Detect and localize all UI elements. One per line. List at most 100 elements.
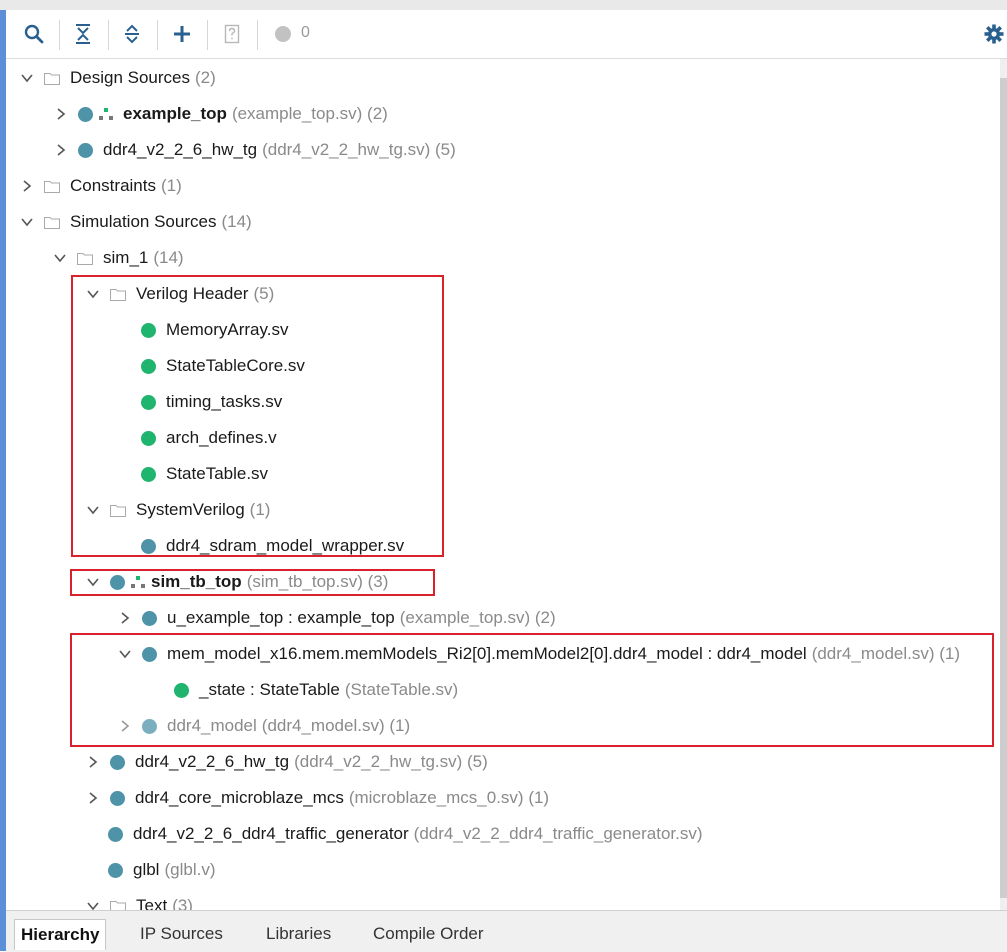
tree-item-detail: (5): [253, 284, 275, 303]
tree-item-file[interactable]: arch_defines.v: [141, 420, 277, 456]
tree-item-detail: (ddr4_v2_2_hw_tg.sv) (5): [294, 752, 488, 771]
tree-item-text[interactable]: Text (3): [86, 888, 193, 910]
search-button[interactable]: [20, 10, 48, 58]
top-module-hierarchy-icon: [99, 108, 113, 120]
chevron-right-icon[interactable]: [86, 755, 100, 769]
chevron-down-icon[interactable]: [20, 215, 34, 229]
toolbar-separator: [257, 20, 258, 50]
tree-item-u-example-top[interactable]: u_example_top : example_top (example_top…: [118, 600, 556, 636]
tree-item-glbl[interactable]: glbl (glbl.v): [108, 852, 215, 888]
tree-item-label: Text: [136, 896, 168, 910]
folder-icon: [44, 180, 60, 193]
file-status-icon: [141, 394, 156, 410]
collapse-all-button[interactable]: [69, 10, 97, 58]
tree-item-label: ddr4_v2_2_6_hw_tg: [135, 752, 290, 771]
toolbar-separator: [207, 20, 208, 50]
tree-item-detail: (glbl.v): [164, 860, 216, 879]
search-icon: [24, 24, 44, 44]
chevron-down-icon[interactable]: [20, 71, 34, 85]
chevron-down-icon[interactable]: [86, 503, 100, 517]
tree-item-design-sources[interactable]: Design Sources (2): [20, 60, 216, 96]
tree-item-label: sim_1: [103, 248, 149, 267]
file-status-icon: [141, 322, 156, 338]
tree-item-label: MemoryArray.sv: [166, 320, 289, 339]
collapse-all-icon: [76, 24, 90, 44]
tree-item-ddr4-hw-tg-sim[interactable]: ddr4_v2_2_6_hw_tg (ddr4_v2_2_hw_tg.sv) (…: [86, 744, 488, 780]
folder-icon: [110, 288, 126, 301]
tree-item-file[interactable]: ddr4_sdram_model_wrapper.sv: [141, 528, 404, 564]
tree-item-label: arch_defines.v: [166, 428, 277, 447]
tree-item-file[interactable]: StateTableCore.sv: [141, 348, 305, 384]
tree-item-traffic-generator[interactable]: ddr4_v2_2_6_ddr4_traffic_generator (ddr4…: [108, 816, 703, 852]
tree-item-label: StateTable.sv: [166, 464, 269, 483]
chevron-right-icon[interactable]: [86, 791, 100, 805]
toolbar-separator: [108, 20, 109, 50]
chevron-down-icon[interactable]: [86, 287, 100, 301]
toolbar-separator: [59, 20, 60, 50]
chevron-right-icon[interactable]: [54, 143, 68, 157]
add-button[interactable]: [168, 10, 196, 58]
tab-ip-sources[interactable]: IP Sources: [134, 919, 229, 949]
tree-item-label: u_example_top : example_top: [167, 608, 395, 627]
tab-libraries[interactable]: Libraries: [260, 919, 337, 949]
tab-compile-order[interactable]: Compile Order: [367, 919, 490, 949]
module-status-icon: [78, 142, 93, 158]
tree-item-mem-model[interactable]: mem_model_x16.mem.memModels_Ri2[0].memMo…: [118, 636, 960, 672]
module-status-icon: [110, 574, 125, 590]
unknown-file-icon: [224, 24, 240, 44]
tree-item-label: Design Sources: [70, 68, 191, 87]
tree-item-label: Verilog Header: [136, 284, 249, 303]
tab-hierarchy[interactable]: Hierarchy: [14, 919, 107, 950]
tree-item-verilog-header[interactable]: Verilog Header (5): [86, 276, 274, 312]
expand-all-icon: [125, 24, 139, 44]
tree-item-file[interactable]: MemoryArray.sv: [141, 312, 288, 348]
chevron-right-icon[interactable]: [118, 719, 132, 733]
file-status-icon: [174, 682, 189, 698]
chevron-down-icon[interactable]: [86, 575, 100, 589]
settings-button[interactable]: [982, 10, 1006, 58]
tree-item-file[interactable]: timing_tasks.sv: [141, 384, 282, 420]
folder-icon: [44, 72, 60, 85]
toolbar-separator: [157, 20, 158, 50]
tree-item-systemverilog[interactable]: SystemVerilog (1): [86, 492, 270, 528]
tree-item-file[interactable]: StateTable.sv: [141, 456, 268, 492]
tree-item-label: ddr4_model: [167, 716, 257, 735]
tree-item-detail: (ddr4_model.sv) (1): [261, 716, 411, 735]
chevron-right-icon[interactable]: [20, 179, 34, 193]
chevron-down-icon[interactable]: [53, 251, 67, 265]
tree-item-constraints[interactable]: Constraints (1): [20, 168, 182, 204]
chevron-down-icon[interactable]: [118, 647, 132, 661]
tree-item-label: StateTableCore.sv: [166, 356, 305, 375]
tree-item-detail: (microblaze_mcs_0.sv) (1): [348, 788, 550, 807]
tree-item-label: ddr4_v2_2_6_ddr4_traffic_generator: [133, 824, 409, 843]
tree-item-sim-1[interactable]: sim_1 (14): [53, 240, 184, 276]
module-status-icon: [141, 538, 156, 554]
tree-item-ddr4-model[interactable]: ddr4_model (ddr4_model.sv) (1): [118, 708, 410, 744]
tree-item-detail: (3): [172, 896, 193, 910]
tree-item-example-top[interactable]: example_top (example_top.sv) (2): [54, 96, 388, 132]
chevron-down-icon[interactable]: [86, 899, 100, 910]
tree-item-label: ddr4_sdram_model_wrapper.sv: [166, 536, 405, 555]
module-status-icon: [78, 106, 93, 122]
tree-item-simulation-sources[interactable]: Simulation Sources (14): [20, 204, 252, 240]
tree-item-label: Simulation Sources: [70, 212, 217, 231]
module-status-icon: [142, 646, 157, 662]
tree-item-detail: (sim_tb_top.sv) (3): [246, 572, 389, 591]
tree-item-ddr4-hw-tg[interactable]: ddr4_v2_2_6_hw_tg (ddr4_v2_2_hw_tg.sv) (…: [54, 132, 456, 168]
tree-item-microblaze-mcs[interactable]: ddr4_core_microblaze_mcs (microblaze_mcs…: [86, 780, 549, 816]
status-indicator[interactable]: [272, 10, 294, 58]
tree-item-state[interactable]: _state : StateTable (StateTable.sv): [174, 672, 458, 708]
chevron-right-icon[interactable]: [54, 107, 68, 121]
tree-item-detail: (ddr4_model.sv) (1): [811, 644, 961, 663]
toolbar: 0: [6, 10, 1007, 59]
source-hierarchy-tree: Design Sources (2) example_top (example_…: [6, 59, 1000, 910]
unknown-file-button[interactable]: [218, 10, 246, 58]
tree-item-detail: (example_top.sv) (2): [399, 608, 556, 627]
expand-all-button[interactable]: [118, 10, 146, 58]
tree-item-sim-tb-top[interactable]: sim_tb_top (sim_tb_top.sv) (3): [86, 564, 388, 600]
chevron-right-icon[interactable]: [118, 611, 132, 625]
tree-item-label: sim_tb_top: [151, 572, 242, 591]
tree-item-detail: (1): [249, 500, 271, 519]
status-count: 0: [301, 24, 310, 41]
scrollbar-thumb[interactable]: [1000, 78, 1007, 898]
